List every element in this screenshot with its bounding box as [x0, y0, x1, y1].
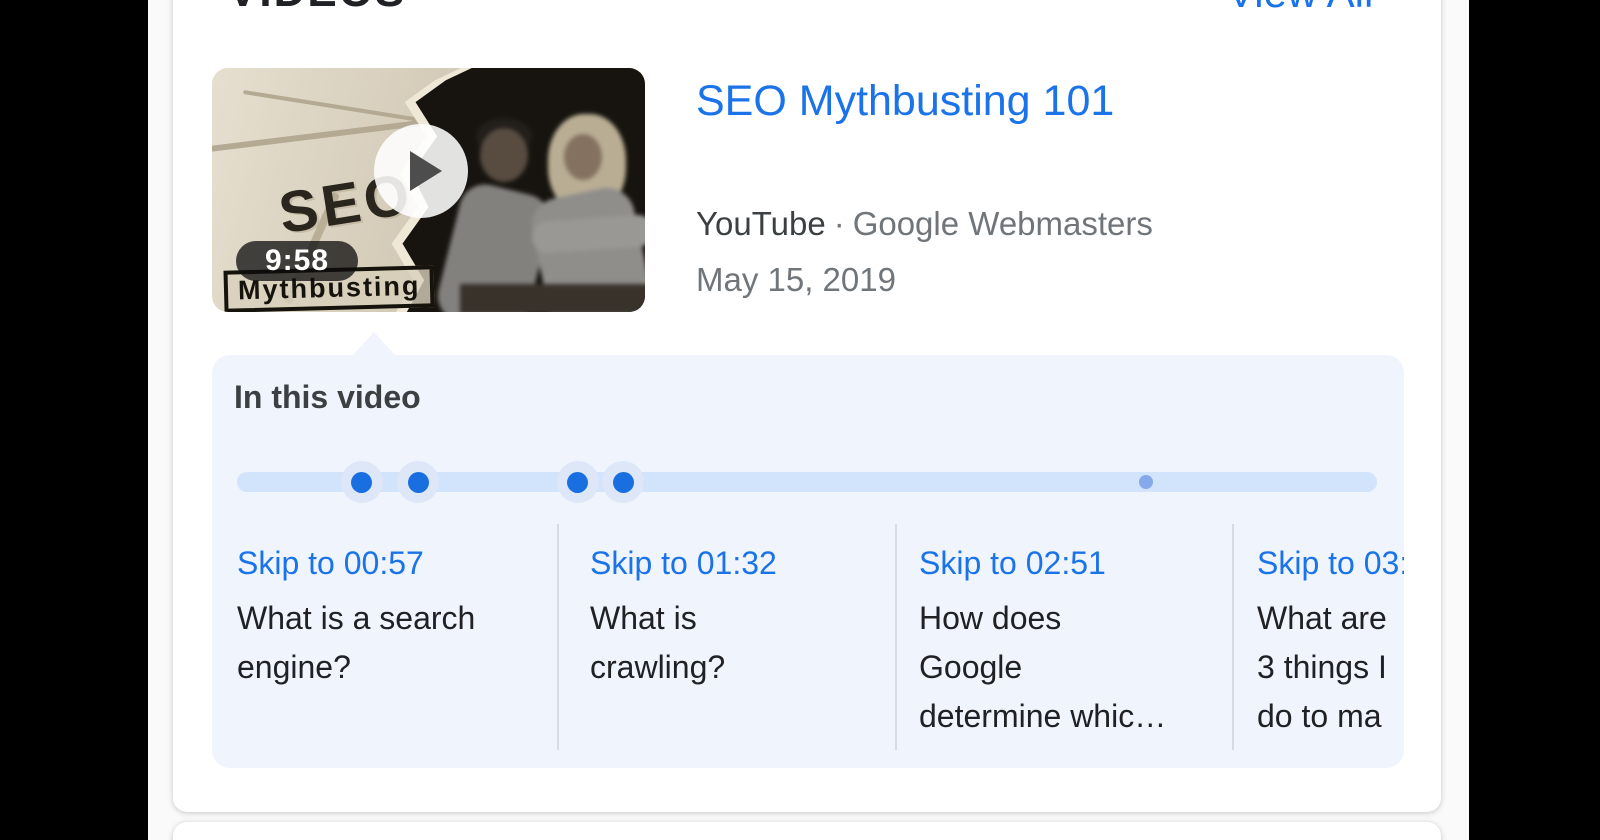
view-all-link[interactable]: View All	[1227, 0, 1373, 14]
in-this-video-panel: In this video Skip to 00:57 What is a se…	[212, 355, 1404, 768]
key-moment-description: What are 3 things I do to ma	[1257, 600, 1387, 734]
play-icon[interactable]	[374, 124, 468, 218]
key-moment-description: What is crawling?	[590, 600, 726, 685]
key-moment-item: Skip to 01:32 What is crawling?	[590, 540, 900, 692]
key-moment-item: Skip to 02:51 How does Google determine …	[919, 540, 1229, 741]
key-moment-dot-minor[interactable]	[1139, 475, 1154, 489]
duration-badge: 9:58	[236, 241, 358, 281]
skip-to-link[interactable]: Skip to 03:	[1257, 540, 1404, 586]
key-moment-description: How does Google determine whic…	[919, 600, 1167, 734]
video-result-card: VIDEOS View All SEO 101 Mythbu	[173, 0, 1441, 812]
video-channel: Google Webmasters	[852, 205, 1153, 242]
videos-section-title: VIDEOS	[228, 0, 406, 14]
key-moment-item: Skip to 00:57 What is a search engine?	[237, 540, 547, 692]
column-divider	[557, 524, 559, 750]
skip-to-link[interactable]: Skip to 01:32	[590, 540, 900, 586]
callout-pointer	[352, 332, 396, 356]
video-source: YouTube	[696, 205, 826, 242]
video-timeline[interactable]	[237, 461, 1377, 503]
page: VIDEOS View All SEO 101 Mythbu	[0, 0, 1600, 840]
video-title-link[interactable]: SEO Mythbusting 101	[696, 74, 1114, 128]
skip-to-link[interactable]: Skip to 02:51	[919, 540, 1229, 586]
key-moment-item: Skip to 03: What are 3 things I do to ma	[1257, 540, 1404, 741]
next-result-card	[173, 822, 1441, 840]
column-divider	[1232, 524, 1234, 750]
key-moment-description: What is a search engine?	[237, 600, 476, 685]
panel-heading: In this video	[234, 379, 421, 415]
key-moment-dot[interactable]	[602, 461, 644, 503]
key-moment-dot[interactable]	[397, 461, 440, 503]
video-thumbnail[interactable]: SEO 101 Mythbusting 9:58	[212, 68, 645, 312]
meta-separator: ·	[833, 205, 845, 242]
key-moment-dot[interactable]	[556, 461, 599, 503]
key-moment-dot[interactable]	[340, 461, 383, 503]
video-date: May 15, 2019	[696, 261, 896, 298]
skip-to-link[interactable]: Skip to 00:57	[237, 540, 547, 586]
video-source-line: YouTube · Google Webmasters	[696, 202, 1153, 246]
play-triangle-icon	[409, 151, 442, 191]
